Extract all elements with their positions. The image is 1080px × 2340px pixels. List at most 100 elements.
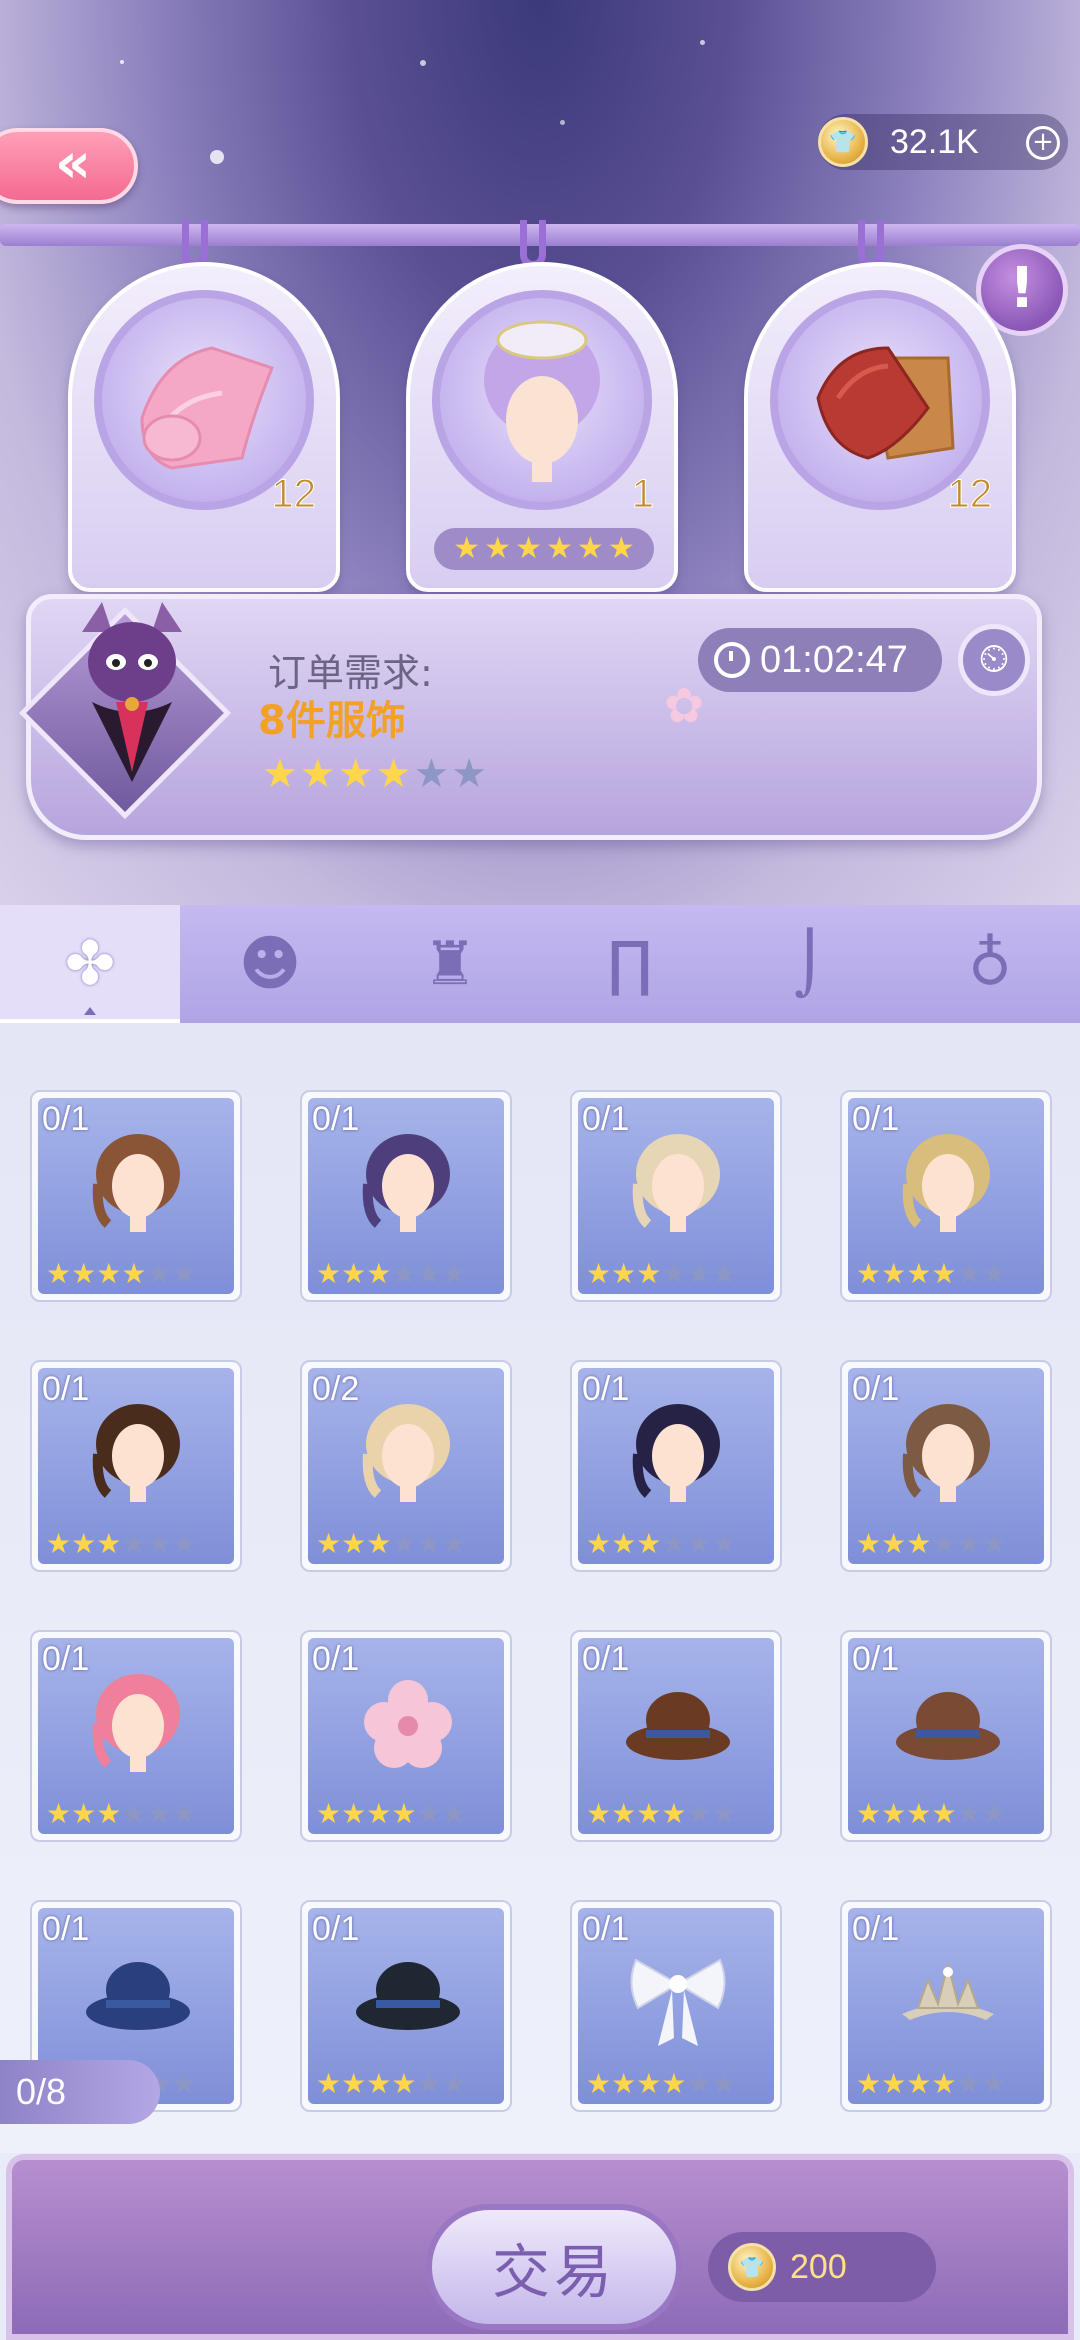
hat-icon (896, 1692, 1000, 1760)
tab-hair[interactable]: ☻ (180, 905, 360, 1023)
item-slot[interactable]: 0/1★★★★★★ (570, 1360, 782, 1572)
material-card-red-fabric[interactable]: 12 (744, 262, 1016, 592)
hat-icon (356, 1962, 460, 2030)
hair-icon (902, 1134, 990, 1232)
item-slot-inner: 0/1★★★★★★ (848, 1638, 1044, 1834)
item-slot[interactable]: 0/1★★★★★★ (840, 1630, 1052, 1842)
star-icon: ★ (46, 1797, 72, 1830)
star-icon: ★ (931, 1797, 957, 1830)
star-icon: ★ (981, 1527, 1007, 1560)
star-icon: ★ (316, 1257, 342, 1290)
star-icon: ★ (881, 2067, 907, 2100)
sparkle (210, 150, 224, 164)
star-icon: ★ (413, 751, 450, 797)
order-rating: ★ ★ ★ ★ ★ ★ (262, 754, 487, 794)
item-rating: ★★★★★★ (586, 2070, 737, 2098)
star-icon: ★ (586, 2067, 612, 2100)
star-icon: ★ (686, 2067, 712, 2100)
tab-shoes[interactable]: ⌡ (720, 905, 900, 1023)
star-icon: ★ (636, 1257, 662, 1290)
star-icon: ★ (546, 531, 573, 566)
star-icon: ★ (451, 751, 488, 797)
coin-balance: 👕 32.1K + (818, 114, 1068, 170)
item-slot[interactable]: 0/1★★★★★★ (30, 1630, 242, 1842)
foot-icon: ⌡ (794, 929, 826, 999)
sparkle (120, 60, 124, 64)
star-icon: ★ (366, 1797, 392, 1830)
star-icon: ★ (607, 531, 635, 566)
star-icon: ★ (576, 531, 604, 566)
tiara-icon (902, 1963, 994, 2020)
clock-plus-icon: ⏲ (978, 636, 1010, 682)
item-slot[interactable]: 0/1★★★★★★ (840, 1090, 1052, 1302)
star-icon: ★ (636, 1527, 662, 1560)
back-button[interactable]: « (0, 128, 138, 204)
item-slot[interactable]: 0/1★★★★★★ (570, 1900, 782, 2112)
item-slot-inner: 0/1★★★★★★ (308, 1638, 504, 1834)
item-rating: ★★★★★★ (586, 1260, 737, 1288)
hair-icon (902, 1404, 990, 1502)
item-slot[interactable]: 0/1★★★★★★ (30, 1360, 242, 1572)
item-slot-inner: 0/1★★★★★★ (848, 1908, 1044, 2104)
star-icon: ★ (453, 531, 481, 566)
item-slot[interactable]: 0/1★★★★★★ (570, 1630, 782, 1842)
star-icon: ★ (931, 1527, 957, 1560)
star-icon: ★ (611, 1527, 637, 1560)
hook-icon (858, 220, 884, 268)
star-icon: ★ (171, 2067, 197, 2100)
item-slot[interactable]: 0/1★★★★★★ (840, 1360, 1052, 1572)
star-icon: ★ (586, 1527, 612, 1560)
star-icon: ★ (146, 1797, 172, 1830)
star-icon: ★ (96, 1797, 122, 1830)
coin-value: 32.1K (890, 122, 979, 161)
order-timer: 01:02:47 (698, 628, 942, 692)
material-card-pink-fabric[interactable]: 12 (68, 262, 340, 592)
star-icon: ★ (686, 1527, 712, 1560)
star-icon: ★ (416, 1257, 442, 1290)
item-slot[interactable]: 0/1★★★★★★ (300, 1090, 512, 1302)
star-icon: ★ (416, 2067, 442, 2100)
tab-bottom[interactable]: ∏ (540, 905, 720, 1023)
trade-button[interactable]: 交易 (426, 2204, 682, 2330)
star-icon: ★ (856, 2067, 882, 2100)
sparkle (700, 40, 705, 45)
speed-up-button[interactable]: ⏲ (958, 624, 1030, 696)
star-icon: ★ (711, 1797, 737, 1830)
add-coins-button[interactable]: + (1026, 126, 1060, 160)
material-card-lavender-hair[interactable]: 1 ★ ★ ★ ★ ★ ★ (406, 262, 678, 592)
item-slot-inner: 0/1★★★★★★ (578, 1368, 774, 1564)
star-icon: ★ (956, 2067, 982, 2100)
item-rating: ★★★★★★ (856, 2070, 1007, 2098)
item-slot[interactable]: 0/1★★★★★★ (840, 1900, 1052, 2112)
item-rating: ★★★★★★ (586, 1530, 737, 1558)
star-icon: ★ (171, 1257, 197, 1290)
item-slot[interactable]: 0/1★★★★★★ (300, 1630, 512, 1842)
star-icon: ★ (46, 1257, 72, 1290)
coin-icon: 👕 (728, 2243, 776, 2291)
hook-icon (520, 220, 546, 268)
material-slot (432, 290, 652, 510)
lavender-hair-icon (484, 320, 600, 482)
tab-all[interactable]: ✤ (0, 905, 180, 1023)
hair-icon: ☻ (238, 929, 302, 999)
item-rating: ★★★★★★ (316, 1530, 467, 1558)
star-icon: ★ (171, 1797, 197, 1830)
star-icon: ★ (881, 1257, 907, 1290)
item-slot[interactable]: 0/1★★★★★★ (570, 1090, 782, 1302)
item-rating: ★★★★★★ (316, 1800, 467, 1828)
item-slot-inner: 0/1★★★★★★ (848, 1098, 1044, 1294)
order-requirement: 8件服饰 (258, 698, 406, 744)
item-slot-inner: 0/1★★★★★★ (578, 1098, 774, 1294)
tab-top[interactable]: ♜ (360, 905, 540, 1023)
item-slot[interactable]: 0/2 ★ ★ ★ ★ ★ ★ (300, 1360, 512, 1572)
star-icon: ★ (906, 1257, 932, 1290)
star-icon: ★ (146, 1527, 172, 1560)
item-slot-inner: 0/1★★★★★★ (578, 1638, 774, 1834)
item-slot[interactable]: 0/1★★★★★★ (30, 1090, 242, 1302)
star-icon: ★ (484, 531, 512, 566)
item-slot-inner: 0/1★★★★★★ (308, 1098, 504, 1294)
star-icon: ★ (121, 1797, 147, 1830)
tab-accessory[interactable]: ♁ (900, 905, 1080, 1023)
double-chevron-left-icon: « (54, 130, 91, 196)
item-slot[interactable]: 0/1★★★★★★ (300, 1900, 512, 2112)
